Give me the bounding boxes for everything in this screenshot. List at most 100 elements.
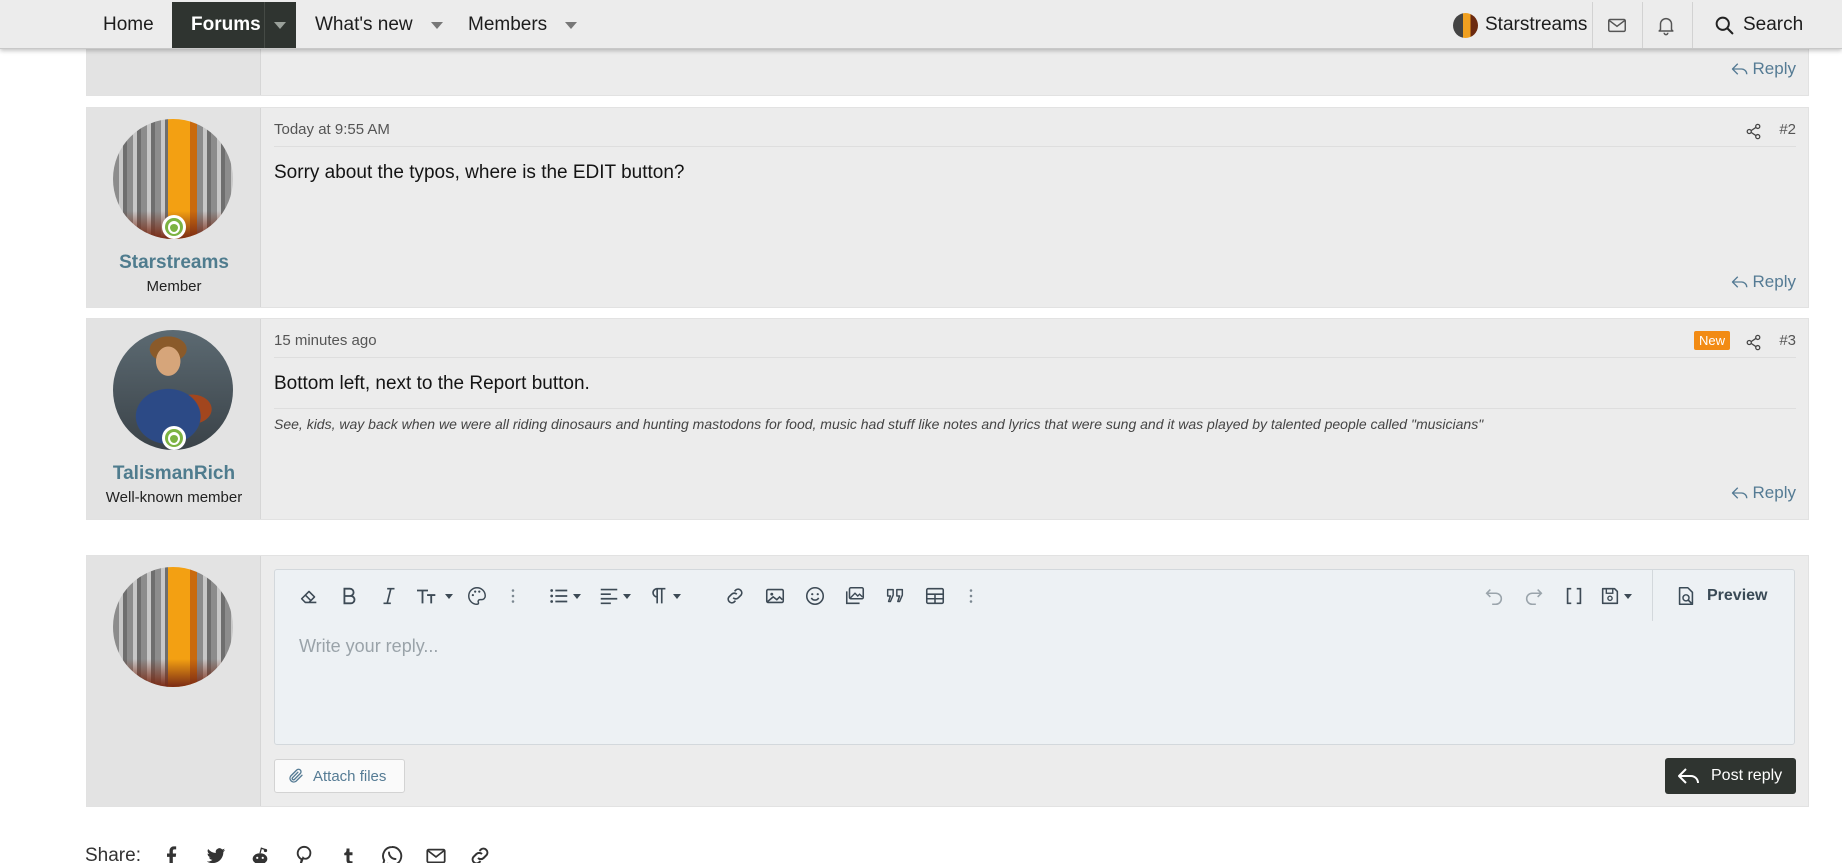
insert-media-button[interactable] <box>843 584 867 608</box>
post-usertitle: Well-known member <box>105 489 243 506</box>
editor-toolbar: Preview <box>275 570 1794 621</box>
top-navigation: Home Forums What's new Members Starstrea… <box>0 0 1842 49</box>
nav-tab-home[interactable]: Home <box>103 2 154 48</box>
post-header-divider <box>274 146 1796 147</box>
account-menu[interactable]: Starstreams <box>1453 2 1587 48</box>
more-vertical-icon <box>511 589 515 603</box>
redo-button[interactable] <box>1522 584 1546 608</box>
account-username: Starstreams <box>1485 14 1588 35</box>
paperclip-icon <box>289 768 303 783</box>
reply-icon <box>1731 63 1747 75</box>
post-username[interactable]: TalismanRich <box>87 463 261 485</box>
bold-icon <box>343 587 356 605</box>
nav-divider <box>1642 2 1643 48</box>
text-size-dropdown[interactable] <box>413 584 453 608</box>
twitter-icon[interactable] <box>203 843 229 863</box>
attach-files-label: Attach files <box>313 767 387 785</box>
signature-divider <box>274 408 1796 409</box>
more-insert-options-button[interactable] <box>959 584 983 608</box>
brackets-icon <box>1566 587 1582 605</box>
paragraph-dropdown[interactable] <box>647 584 681 608</box>
insert-table-button[interactable] <box>923 584 947 608</box>
eraser-icon <box>300 590 317 604</box>
nav-tab-members[interactable]: Members <box>468 2 578 48</box>
post-main: 15 minutes ago New #3 Bottom left, next … <box>262 319 1808 519</box>
align-left-icon <box>600 588 618 605</box>
pinterest-icon[interactable] <box>291 843 317 863</box>
post-reply-label: Post reply <box>1711 767 1783 784</box>
post-usertitle: Member <box>146 278 202 295</box>
share-label: Share: <box>85 845 141 863</box>
reply-button[interactable]: Reply <box>1731 59 1796 79</box>
reply-label: Reply <box>1752 272 1796 291</box>
reply-textarea[interactable] <box>299 636 1759 657</box>
text-size-icon <box>417 589 436 604</box>
preview-label: Preview <box>1707 587 1768 604</box>
share-icon[interactable] <box>1745 123 1762 140</box>
undo-button[interactable] <box>1482 584 1506 608</box>
search-button[interactable]: Search <box>1714 2 1803 48</box>
reply-icon <box>1731 487 1747 499</box>
post-number[interactable]: #3 <box>1779 332 1796 349</box>
post-user-sidebar: Starstreams Member <box>87 108 261 307</box>
link-icon <box>727 588 743 604</box>
text-color-button[interactable] <box>465 584 489 608</box>
nav-tab-forums[interactable]: Forums <box>172 2 296 48</box>
image-icon <box>765 588 785 604</box>
save-draft-icon <box>1601 587 1619 605</box>
insert-quote-button[interactable] <box>883 584 907 608</box>
toggle-bbcode-button[interactable] <box>1562 584 1586 608</box>
reddit-icon[interactable] <box>247 843 273 863</box>
insert-link-button[interactable] <box>723 584 747 608</box>
facebook-icon[interactable] <box>159 843 185 863</box>
italic-button[interactable] <box>377 584 401 608</box>
align-dropdown[interactable] <box>597 584 631 608</box>
post-number[interactable]: #2 <box>1779 121 1796 138</box>
share-icon[interactable] <box>1745 334 1762 351</box>
envelope-icon[interactable] <box>1606 14 1628 36</box>
nav-whats-new-label: What's new <box>315 14 413 35</box>
nav-tab-whats-new[interactable]: What's new <box>315 2 443 48</box>
insert-image-button[interactable] <box>763 584 787 608</box>
reply-button[interactable]: Reply <box>1731 483 1796 503</box>
list-dropdown[interactable] <box>547 584 581 608</box>
avatar <box>1453 12 1478 38</box>
undo-icon <box>1485 589 1503 606</box>
new-badge: New <box>1693 331 1730 350</box>
media-gallery-icon <box>845 586 865 605</box>
insert-emoji-button[interactable] <box>803 584 827 608</box>
chevron-down-icon[interactable] <box>565 21 578 29</box>
palette-icon <box>468 587 486 605</box>
tumblr-icon[interactable] <box>335 843 361 863</box>
bold-button[interactable] <box>337 584 361 608</box>
post-date[interactable]: Today at 9:55 AM <box>274 121 390 138</box>
post-body: Sorry about the typos, where is the EDIT… <box>274 162 685 183</box>
drafts-dropdown[interactable] <box>1598 584 1632 608</box>
smiley-icon <box>805 586 825 606</box>
bell-icon[interactable] <box>1655 14 1677 36</box>
post-user-sidebar: TalismanRich Well-known member <box>87 319 261 519</box>
reply-button[interactable]: Reply <box>1731 272 1796 292</box>
clear-formatting-button[interactable] <box>297 584 321 608</box>
quick-reply: Preview Attach files Post reply <box>86 555 1809 807</box>
post-username[interactable]: Starstreams <box>87 252 261 274</box>
paragraph-icon <box>652 587 666 604</box>
whatsapp-icon[interactable] <box>379 843 405 863</box>
post-date[interactable]: 15 minutes ago <box>274 332 377 349</box>
link-icon[interactable] <box>467 843 493 863</box>
reply-label: Reply <box>1752 59 1796 78</box>
post-reply-button[interactable]: Post reply <box>1665 758 1796 794</box>
nav-divider <box>1592 2 1593 48</box>
chevron-down-icon[interactable] <box>430 21 443 29</box>
email-icon[interactable] <box>423 843 449 863</box>
chevron-down-icon[interactable] <box>274 22 286 29</box>
preview-button[interactable]: Preview <box>1675 584 1767 608</box>
attach-files-button[interactable]: Attach files <box>274 759 405 793</box>
reply-label: Reply <box>1752 483 1796 502</box>
rich-text-editor[interactable]: Preview <box>274 569 1795 745</box>
quote-icon <box>886 588 904 603</box>
nav-divider <box>1692 2 1693 48</box>
nav-members-label: Members <box>468 14 548 35</box>
more-options-button[interactable] <box>501 584 525 608</box>
italic-icon <box>383 587 395 605</box>
